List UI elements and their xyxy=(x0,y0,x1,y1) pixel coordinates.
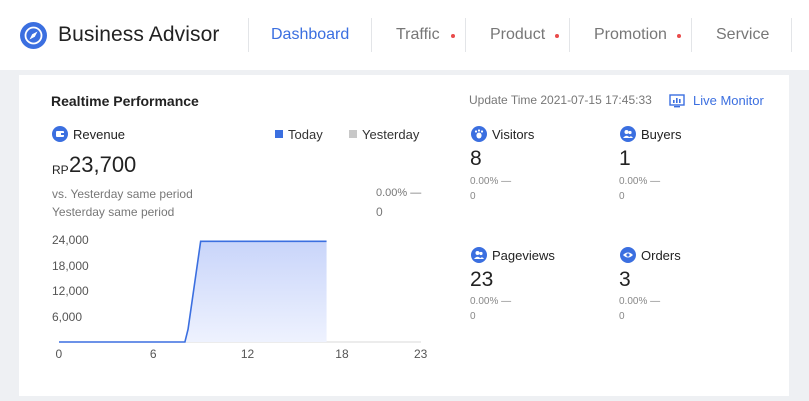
tab-promotion[interactable]: Promotion xyxy=(594,26,667,44)
visitors-value: 8 xyxy=(470,147,482,170)
nav-divider xyxy=(371,18,372,52)
orders-change: 0.00% — xyxy=(619,296,661,307)
yesterday-same-period-label: Yesterday same period xyxy=(52,205,175,219)
pageviews-label: Pageviews xyxy=(492,248,555,263)
brand-title: Business Advisor xyxy=(58,23,220,46)
revenue-label: Revenue xyxy=(73,127,126,142)
tab-product[interactable]: Product xyxy=(490,26,545,44)
legend-today-label[interactable]: Today xyxy=(288,127,323,142)
nav-divider xyxy=(465,18,466,52)
x-tick-label: 23 xyxy=(414,347,428,361)
promotion-notification-dot xyxy=(677,34,681,38)
tab-dashboard[interactable]: Dashboard xyxy=(271,26,349,44)
live-monitor-link[interactable]: Live Monitor xyxy=(693,93,764,108)
y-tick-label: 12,000 xyxy=(52,284,89,298)
y-tick-label: 24,000 xyxy=(52,233,89,247)
revenue-chart xyxy=(59,240,421,343)
visitors-change: 0.00% — xyxy=(470,176,512,187)
revenue-currency: RP xyxy=(52,163,69,177)
y-tick-label: 6,000 xyxy=(52,309,83,324)
visitors-prev: 0 xyxy=(470,191,476,202)
orders-value: 3 xyxy=(619,268,631,291)
update-time: Update Time 2021-07-15 17:45:33 xyxy=(469,93,652,107)
x-tick-label: 0 xyxy=(55,347,63,361)
nav-divider xyxy=(569,18,570,52)
nav-divider xyxy=(791,18,792,52)
tab-traffic[interactable]: Traffic xyxy=(396,26,440,44)
yesterday-same-period-value: 0 xyxy=(376,205,383,219)
x-tick-label: 18 xyxy=(335,347,349,361)
footprint-icon xyxy=(471,126,487,142)
pageviews-value: 23 xyxy=(470,268,494,291)
visitors-label: Visitors xyxy=(492,127,535,142)
revenue-value: 23,700 xyxy=(69,152,137,177)
pageviews-icon xyxy=(471,247,487,263)
card-title: Realtime Performance xyxy=(51,93,199,109)
legend-today-swatch xyxy=(275,130,283,138)
x-tick-label: 12 xyxy=(240,347,255,361)
pageviews-prev: 0 xyxy=(470,311,476,322)
buyers-prev: 0 xyxy=(619,191,625,202)
realtime-performance-card: Realtime Performance Update Time 2021-07… xyxy=(19,75,789,396)
nav-divider xyxy=(691,18,692,52)
orders-label: Orders xyxy=(641,248,681,263)
compass-logo-icon xyxy=(20,22,47,49)
top-navigation-bar: Business Advisor Dashboard Traffic Produ… xyxy=(0,0,809,70)
legend-yesterday-swatch xyxy=(349,130,357,138)
nav-divider xyxy=(248,18,249,52)
buyers-value: 1 xyxy=(619,147,631,170)
product-notification-dot xyxy=(555,34,559,38)
monitor-icon[interactable] xyxy=(669,94,685,108)
vs-yesterday-value: 0.00% — xyxy=(376,187,422,199)
orders-prev: 0 xyxy=(619,311,625,322)
buyers-label: Buyers xyxy=(641,127,682,142)
legend-yesterday-label[interactable]: Yesterday xyxy=(362,127,419,142)
eye-icon xyxy=(620,247,636,263)
y-tick-label: 18,000 xyxy=(52,258,89,273)
buyers-change: 0.00% — xyxy=(619,176,661,187)
traffic-notification-dot xyxy=(451,34,455,38)
wallet-icon xyxy=(52,126,68,142)
vs-yesterday-label: vs. Yesterday same period xyxy=(52,187,193,201)
x-tick-label: 6 xyxy=(149,347,157,361)
pageviews-change: 0.00% — xyxy=(470,296,512,307)
buyers-icon xyxy=(620,126,636,142)
tab-service[interactable]: Service xyxy=(716,26,769,44)
